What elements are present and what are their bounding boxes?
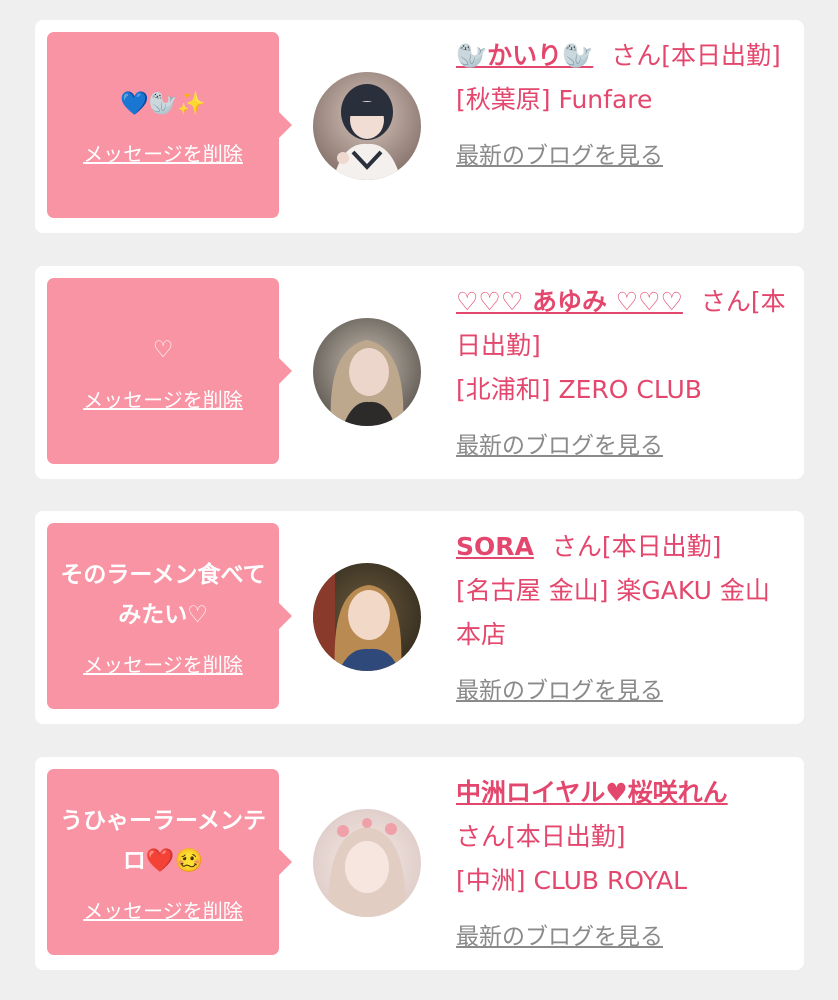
- cast-status: さん[本日出勤]: [456, 822, 626, 851]
- avatar-photo: [313, 72, 421, 180]
- cast-info: SORA さん[本日出勤] [名古屋 金山] 楽GAKU 金山本店 最新のブログを…: [456, 525, 791, 705]
- cast-status: さん[本日出勤]: [551, 532, 722, 561]
- latest-blog-link[interactable]: 最新のブログを見る: [456, 136, 663, 170]
- cast-status: さん[本日出勤]: [611, 41, 781, 70]
- cast-info: 🦭かいり🦭 さん[本日出勤] [秋葉原] Funfare 最新のブログを見る: [456, 34, 791, 170]
- shop-name: [秋葉原] Funfare: [456, 85, 653, 114]
- avatar[interactable]: [313, 809, 421, 917]
- message-bubble: 💙🦭✨ メッセージを削除: [47, 32, 292, 218]
- message-card: ♡ メッセージを削除 ♡♡♡ あゆみ ♡♡♡ さん[本日出勤] [北浦和] ZE…: [35, 266, 804, 479]
- message-text: そのラーメン食べてみたい♡: [60, 561, 266, 628]
- avatar[interactable]: [313, 72, 421, 180]
- message-card: 💙🦭✨ メッセージを削除 �: [35, 20, 804, 233]
- shop-name: [名古屋 金山] 楽GAKU 金山本店: [456, 576, 770, 649]
- cast-name-link[interactable]: 🦭かいり🦭: [456, 41, 593, 70]
- delete-message-link[interactable]: メッセージを削除: [83, 649, 243, 678]
- message-bubble: うひゃーラーメンテロ❤️🥴 メッセージを削除: [47, 769, 292, 955]
- delete-message-link[interactable]: メッセージを削除: [83, 138, 243, 167]
- cast-info: 中洲ロイヤル♥桜咲れん さん[本日出勤] [中洲] CLUB ROYAL 最新の…: [456, 771, 791, 951]
- avatar-photo: [313, 563, 421, 671]
- delete-message-link[interactable]: メッセージを削除: [83, 384, 243, 413]
- cast-name-link[interactable]: ♡♡♡ あゆみ ♡♡♡: [456, 287, 683, 316]
- message-bubble: ♡ メッセージを削除: [47, 278, 292, 464]
- avatar-photo: [313, 318, 421, 426]
- shop-name: [北浦和] ZERO CLUB: [456, 375, 702, 404]
- shop-name: [中洲] CLUB ROYAL: [456, 866, 688, 895]
- message-card: うひゃーラーメンテロ❤️🥴 メッセージを削除 中洲ロイヤル♥桜咲れん さん[本日…: [35, 757, 804, 970]
- message-bubble: そのラーメン食べてみたい♡ メッセージを削除: [47, 523, 292, 709]
- message-text: ♡: [152, 336, 174, 363]
- avatar[interactable]: [313, 318, 421, 426]
- avatar-photo: [313, 809, 421, 917]
- message-list: 💙🦭✨ メッセージを削除 �: [0, 0, 838, 1000]
- message-text: うひゃーラーメンテロ❤️🥴: [59, 807, 267, 874]
- avatar[interactable]: [313, 563, 421, 671]
- latest-blog-link[interactable]: 最新のブログを見る: [456, 426, 663, 460]
- cast-name-link[interactable]: 中洲ロイヤル♥桜咲れん: [456, 778, 728, 807]
- message-card: そのラーメン食べてみたい♡ メッセージを削除 SORA さん[本日出勤] [名古…: [35, 511, 804, 724]
- cast-name-link[interactable]: SORA: [456, 532, 534, 561]
- message-text: 💙🦭✨: [120, 90, 206, 117]
- latest-blog-link[interactable]: 最新のブログを見る: [456, 917, 663, 951]
- delete-message-link[interactable]: メッセージを削除: [83, 895, 243, 924]
- latest-blog-link[interactable]: 最新のブログを見る: [456, 671, 663, 705]
- cast-info: ♡♡♡ あゆみ ♡♡♡ さん[本日出勤] [北浦和] ZERO CLUB 最新のブ…: [456, 280, 791, 460]
